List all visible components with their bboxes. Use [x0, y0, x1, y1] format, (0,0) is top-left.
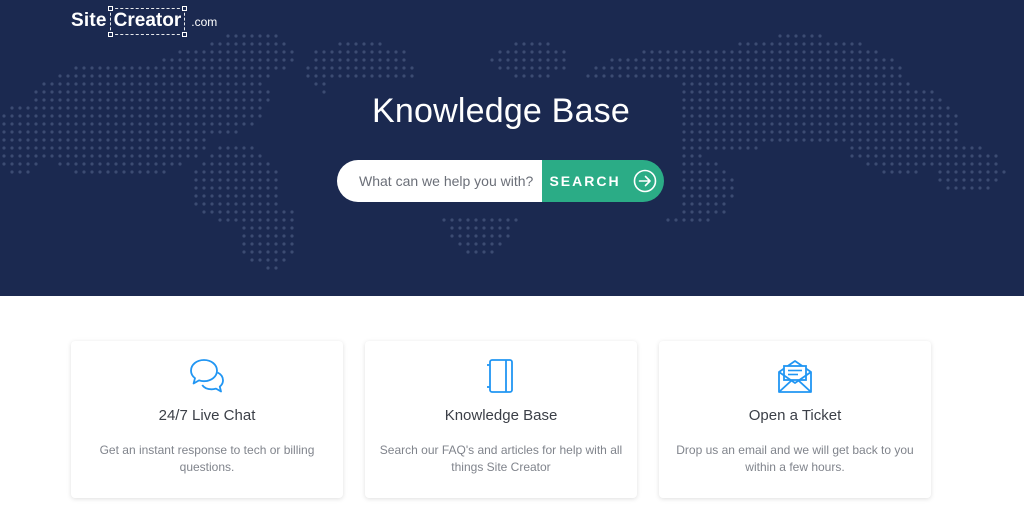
circle-arrow-right-icon [633, 169, 656, 193]
search-input[interactable] [337, 160, 542, 202]
card-description: Search our FAQ's and articles for help w… [379, 443, 623, 474]
site-logo[interactable]: Site Creator .com [71, 6, 218, 37]
page-title: Knowledge Base [372, 92, 630, 130]
logo-domain-suffix: .com [191, 15, 218, 29]
envelope-letter-icon [778, 360, 812, 393]
card-description: Get an instant response to tech or billi… [99, 443, 315, 474]
card-title: Open a Ticket [748, 407, 842, 424]
logo-site-text: Site [71, 10, 107, 31]
card-knowledge-base[interactable]: Knowledge Base Search our FAQ's and arti… [365, 341, 637, 498]
card-description: Drop us an email and we will get back to… [676, 443, 914, 474]
notebook-icon [487, 359, 513, 393]
card-title: Knowledge Base [444, 407, 558, 424]
search-button[interactable]: SEARCH [542, 160, 664, 202]
search-bar: SEARCH [337, 160, 664, 202]
world-map-dots [2, 34, 1006, 270]
card-live-chat[interactable]: 24/7 Live Chat Get an instant response t… [71, 341, 343, 498]
card-open-ticket[interactable]: Open a Ticket Drop us an email and we wi… [659, 341, 931, 498]
card-title: 24/7 Live Chat [158, 407, 256, 424]
logo-creator-text: Creator [107, 6, 188, 37]
hero-banner: Site Creator .com Knowledge Base SEARCH [0, 0, 1024, 296]
chat-bubbles-icon [190, 359, 224, 393]
search-button-label: SEARCH [549, 173, 621, 189]
logo-creator-label: Creator [113, 10, 182, 31]
